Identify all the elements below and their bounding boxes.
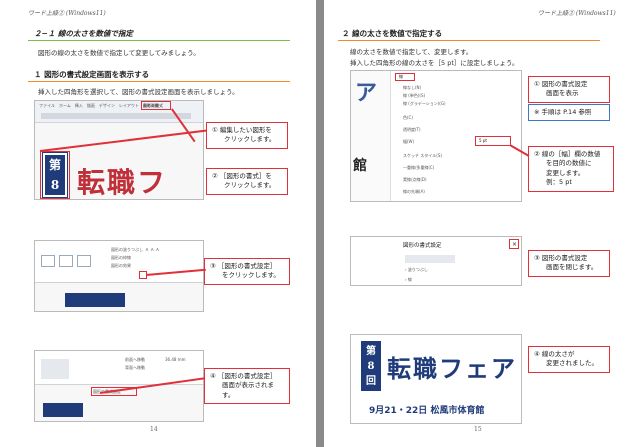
pane-item-compound[interactable]: 一重線/多重線(C) [403,165,434,171]
right-callout-2: ② 線の［幅］欄の数値 を目的の数値に 変更します。 例：5 pt [528,146,614,192]
result-poster-title: 転職フェア [387,354,517,383]
section-2-heading: ２ 線の太さを数値で指定する [342,29,443,38]
left-page-number: 14 [150,426,158,433]
section-2-text-2: 挿入した四角形の線の太さを［5 pt］に設定しましょう。 [350,59,519,67]
section-2-text-1: 線の太さを数値で指定して、変更します。 [350,48,473,56]
width-value: 5 pt [479,138,487,143]
section-1-underline [28,81,290,82]
screenshot-pane-close: 図形の書式設定 × › 塗りつぶし › 線 [350,236,522,286]
screenshot-ribbon: ファイル ホーム 挿入 描画 デザイン レイアウト 参考資料 図形の書式 第 8… [34,100,204,200]
result-poster-date: 9月21・22日 松風市体育館 [369,406,485,416]
shape-select-highlight [40,151,70,199]
pane-item-cap[interactable]: 線の先端(A) [403,189,425,195]
screenshot-result-poster: 第 8 回 転職フェア 9月21・22日 松風市体育館 [350,334,522,424]
left-page: ワード上級② (Windows11) ２−１ 線の太さを数値で指定 図形の線の太… [0,0,316,447]
screenshot-shape-styles: 図形の塗りつぶし 図形の枠線 図形の効果 Ａ Ａ Ａ [34,240,204,312]
intro-text: 図形の線の太さを数値で指定して変更してみましょう。 [38,49,200,57]
right-callout-3: ③ 図形の書式設定 画面を閉じます。 [528,250,610,277]
close-icon: × [512,241,518,248]
pane-item-gradient-line[interactable]: 線 (グラデーション)(G) [403,101,446,107]
pane-item-dash[interactable]: 実線/点線(D) [403,177,427,183]
title-underline [28,40,290,41]
width-input[interactable]: 5 pt [475,136,511,146]
callout-3: ③ ［図形の書式設定］ をクリックします。 [204,258,290,285]
right-callout-1: ① 図形の書式設定 画面を表示 [528,76,610,103]
section-1-text: 挿入した四角形を選択して、図形の書式設定画面を表示しましょう。 [38,88,239,96]
shape-format-tab[interactable]: 図形の書式 [143,103,163,109]
pane-item-no-line[interactable]: 線なし(N) [403,85,421,91]
note-box: ※ 手順は P.14 参照 [528,104,610,122]
pane-item-line[interactable]: 線 [399,74,403,80]
line-section-highlight [395,73,415,81]
pane-item-width: 幅(W) [403,139,415,144]
section-1-heading: １ 図形の書式設定画面を表示する [34,70,150,79]
callout-4: ④ ［図形の書式設定］ 画面が表示されます。 [204,368,290,405]
section-2-underline [338,40,600,41]
lesson-title: ２−１ 線の太さを数値で指定 [34,29,133,38]
callout-1: ① 編集したい図形を クリックします。 [206,122,288,149]
pane-item-solid-line[interactable]: 線 (単色)(S) [403,93,425,99]
right-page-header: ワード上級② (Windows11) [538,10,616,17]
screenshot-line-settings: ア 館 線 線なし(N) 線 (単色)(S) 線 (グラデーション)(G) 色(… [350,70,522,202]
callout-2: ② ［図形の書式］を クリックします。 [206,168,288,195]
left-page-header: ワード上級② (Windows11) [28,10,106,17]
result-badge: 第 8 回 [361,341,381,391]
poster-title: 転職フ [77,166,168,199]
screenshot-format-pane: 前面へ移動 背面へ移動 36.48 mm 図形の書式設定 [34,350,204,422]
right-page: ワード上級② (Windows11) ２ 線の太さを数値で指定する 線の太さを数… [324,0,640,447]
pane-item-sketch[interactable]: スケッチ スタイル(S) [403,153,442,159]
right-page-number: 15 [474,426,482,433]
pane-item-transparency[interactable]: 透明度(T) [403,127,421,133]
pane-close-button[interactable]: × [509,239,519,249]
pane-title: 図形の書式設定 [403,243,442,249]
right-callout-4: ④ 線の太さが 変更されました。 [528,346,610,373]
pane-item-color[interactable]: 色(C) [403,115,413,121]
